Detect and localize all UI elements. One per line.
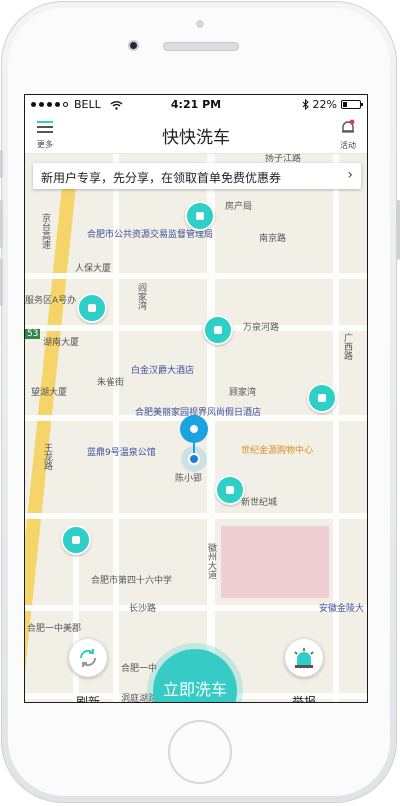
map-label: 合肥市第四十六中学 <box>91 576 173 586</box>
wash-now-button[interactable]: 立即洗车 <box>153 649 237 702</box>
promo-text: 新用户专享，先分享，在领取首单免费优惠券 <box>41 171 282 185</box>
map-label: 世纪金源购物中心 <box>241 446 314 456</box>
map-label: 京台高速 <box>40 213 50 249</box>
chevron-right-icon: › <box>347 167 353 183</box>
activity-button[interactable]: 活动 <box>333 119 363 151</box>
road <box>25 605 367 611</box>
app-screen: 扬子江路 房产局 合肥市公共资源交易监督管理局 南京路 京台高速 人保大厦 服务… <box>24 94 368 703</box>
report-button[interactable] <box>285 639 323 677</box>
volume-up-button <box>0 200 3 248</box>
bluetooth-icon <box>302 99 309 110</box>
map-label: 王龙路 <box>42 443 52 470</box>
siren-icon <box>294 648 314 668</box>
map-label: 陈小郢 <box>175 474 203 484</box>
car-wash-marker[interactable] <box>215 475 245 505</box>
road <box>25 325 367 331</box>
report-label: 举报 <box>291 695 316 703</box>
current-location-dot <box>188 453 200 465</box>
volume-down-button <box>0 258 3 306</box>
map-label: 南京路 <box>259 234 287 244</box>
battery-icon <box>341 100 363 109</box>
map-view[interactable]: 扬子江路 房产局 合肥市公共资源交易监督管理局 南京路 京台高速 人保大厦 服务… <box>25 153 367 703</box>
map-block <box>221 526 329 598</box>
map-label: 顾家湾 <box>229 388 257 398</box>
highway-shield: 53 <box>25 329 41 339</box>
map-label: 人保大厦 <box>75 264 112 274</box>
home-button[interactable] <box>168 720 232 784</box>
road <box>333 153 339 702</box>
map-label: 安徽金陵大 <box>319 604 365 614</box>
car-wash-marker[interactable] <box>307 383 337 413</box>
nav-bar: 更多 快快洗车 活动 <box>25 115 367 154</box>
front-camera <box>128 40 139 51</box>
map-label: 广西路 <box>342 333 352 360</box>
car-wash-marker[interactable] <box>185 201 215 231</box>
map-label: 白金汉爵大酒店 <box>131 366 195 376</box>
earpiece-speaker <box>163 42 239 51</box>
activity-label: 活动 <box>340 141 356 150</box>
car-wash-marker[interactable] <box>203 315 233 345</box>
map-label: 朱雀街 <box>97 378 125 388</box>
page-title: 快快洗车 <box>162 128 230 148</box>
map-label: 万泉河路 <box>243 323 280 333</box>
map-label: 徽州大道 <box>206 543 216 579</box>
map-label: 房产局 <box>225 202 253 212</box>
refresh-label: 刷新 <box>75 695 100 703</box>
location-pin-icon <box>180 415 208 443</box>
promo-banner[interactable]: 新用户专享，先分享，在领取首单免费优惠券 › <box>33 163 361 189</box>
map-label: 洞庭湖路 <box>121 694 158 703</box>
map-label: 望湖大厦 <box>31 388 68 398</box>
side-button <box>0 150 3 178</box>
refresh-icon <box>79 649 97 667</box>
car-wash-marker[interactable] <box>61 525 91 555</box>
map-label: 服务区A号办 <box>25 296 77 306</box>
map-label: 湖南大厦 <box>43 338 80 348</box>
front-sensor <box>196 20 204 28</box>
status-right: 22% <box>302 98 363 111</box>
car-wash-marker[interactable] <box>77 293 107 323</box>
bell-icon <box>342 119 355 133</box>
map-label: 新世纪城 <box>241 498 278 508</box>
map-label: 合肥一中 <box>121 664 158 674</box>
refresh-button[interactable] <box>69 639 107 677</box>
map-label: 长沙路 <box>129 604 157 614</box>
map-label: 阎家湾 <box>136 283 146 310</box>
road <box>25 513 367 519</box>
status-bar: BELL 4:21 PM 22% <box>25 95 367 115</box>
map-label: 蓝鼎9号温泉公馆 <box>87 448 156 458</box>
battery-percent: 22% <box>312 98 337 111</box>
map-label: 合肥一中美郡 <box>27 624 82 634</box>
